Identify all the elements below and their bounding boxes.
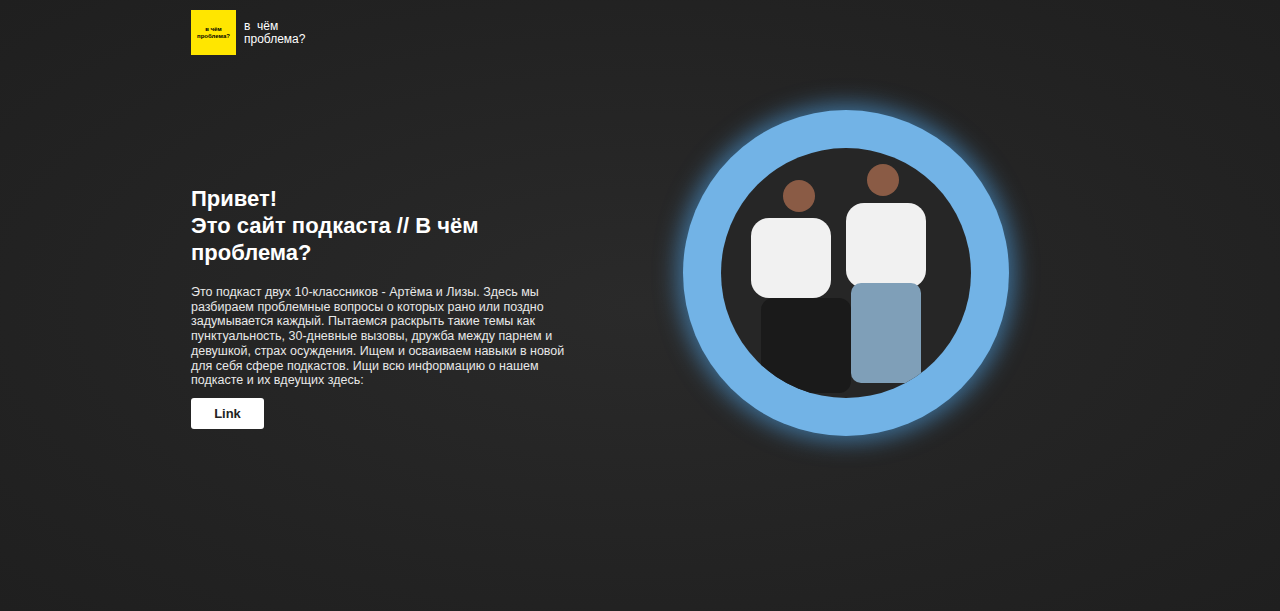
hosts-photo	[721, 148, 971, 398]
description: Это подкаст двух 10-классников - Артёма …	[191, 285, 586, 388]
greeting: Привет!	[191, 185, 541, 212]
hosts-silhouette-icon	[721, 148, 971, 398]
logo-name[interactable]: в чёмпроблема?	[244, 20, 305, 46]
title: Это сайт подкаста // В чём проблема?	[191, 212, 541, 266]
link-button[interactable]: Link	[191, 398, 264, 430]
logo-name-line[interactable]: проблема?	[244, 33, 305, 46]
photo-ring	[683, 110, 1009, 436]
hero-text: Привет! Это сайт подкаста // В чём пробл…	[191, 55, 591, 436]
logo-badge[interactable]: в чём проблема?	[191, 10, 236, 55]
logo-name-line[interactable]: в чём	[244, 20, 305, 33]
photo-frame	[683, 110, 1009, 436]
